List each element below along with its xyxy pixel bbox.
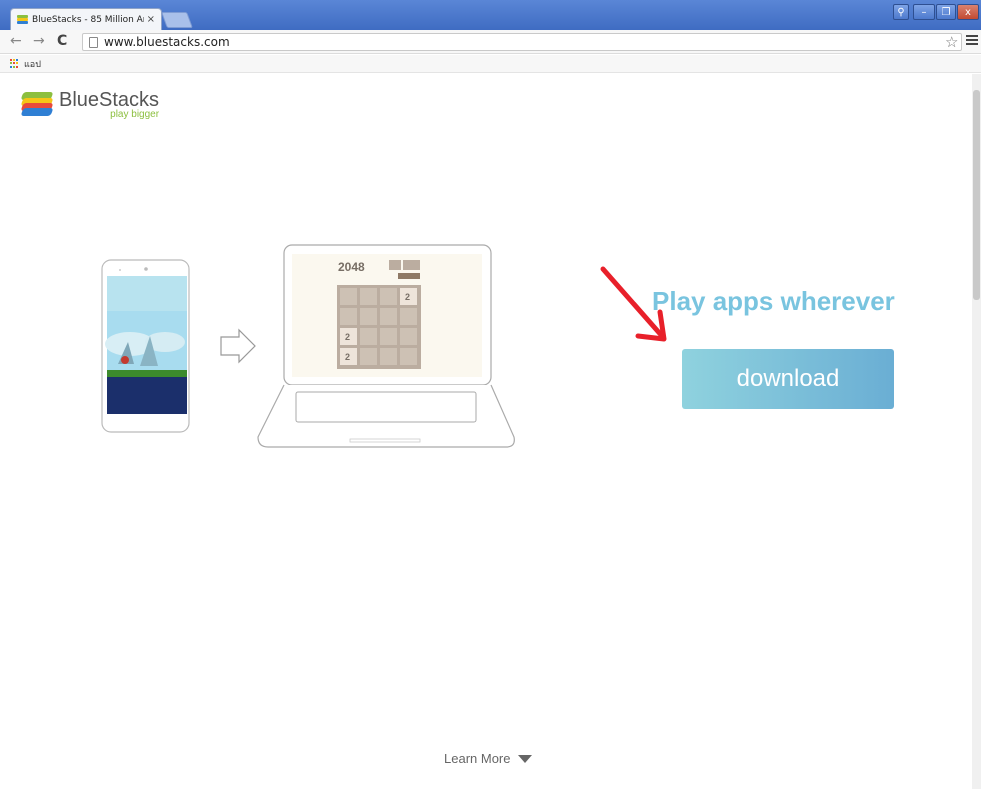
devices-illustration: 2048 2 2 2 [101, 244, 667, 448]
chevron-down-icon [518, 754, 533, 763]
menu-icon[interactable] [966, 35, 978, 47]
bookmarks-bar: แอป [0, 55, 981, 73]
restore-icon[interactable]: ❐ [936, 4, 956, 20]
new-tab-button[interactable] [161, 12, 193, 28]
headline: Play apps wherever [652, 286, 895, 316]
url-text: www.bluestacks.com [104, 35, 230, 49]
apps-bookmark-label[interactable]: แอป [24, 57, 41, 71]
close-icon[interactable]: x [957, 4, 979, 20]
tab-title: BlueStacks - 85 Million An [32, 14, 144, 25]
learn-more-link[interactable]: Learn More [444, 751, 533, 766]
toolbar: ← → C www.bluestacks.com [0, 30, 981, 54]
download-button[interactable]: download [682, 349, 894, 409]
reload-icon[interactable]: C [57, 33, 67, 49]
user-icon[interactable]: ⚲ [893, 4, 909, 20]
bluestacks-favicon-icon [17, 15, 28, 24]
page-icon [89, 36, 98, 48]
forward-icon[interactable]: → [33, 33, 45, 49]
browser-tab[interactable]: BlueStacks - 85 Million An × [10, 8, 162, 30]
transfer-arrow-icon [220, 328, 256, 364]
game-title: 2048 [338, 260, 365, 274]
scrollbar-thumb[interactable] [973, 90, 980, 300]
game-tile: 2 [345, 352, 350, 362]
tab-close-icon[interactable]: × [147, 14, 155, 25]
phone-illustration [101, 259, 190, 433]
laptop-illustration: 2048 2 2 2 [257, 244, 515, 448]
minimize-icon[interactable]: – [913, 4, 935, 20]
title-bar: BlueStacks - 85 Million An × ⚲ – ❐ x [0, 0, 981, 30]
back-icon[interactable]: ← [10, 33, 22, 49]
bookmark-star-icon[interactable]: ☆ [945, 33, 958, 51]
address-bar[interactable]: www.bluestacks.com [82, 33, 962, 51]
browser-window: BlueStacks - 85 Million An × ⚲ – ❐ x ← →… [0, 0, 981, 789]
learn-more-label: Learn More [444, 751, 511, 766]
apps-grid-icon[interactable] [10, 58, 20, 69]
game-tile: 2 [405, 292, 410, 302]
game-tile: 2 [345, 332, 350, 342]
page-content: BlueStacks play bigger 2048 2 2 2 Play a… [0, 74, 981, 789]
